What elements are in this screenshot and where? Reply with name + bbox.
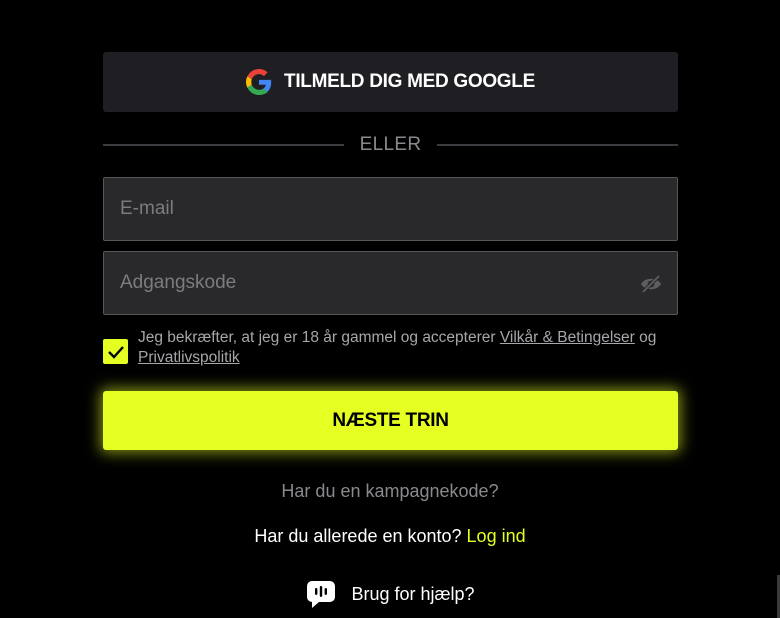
- divider-line-right: [437, 144, 679, 146]
- login-row: Har du allerede en konto? Log ind: [0, 526, 780, 547]
- google-signup-button[interactable]: TILMELD DIG MED GOOGLE: [103, 52, 678, 112]
- login-link[interactable]: Log ind: [467, 526, 526, 546]
- promo-code-link[interactable]: Har du en kampagnekode?: [0, 481, 780, 502]
- consent-checkbox[interactable]: [103, 339, 128, 364]
- checkmark-icon: [107, 345, 124, 359]
- or-divider: ELLER: [103, 132, 679, 158]
- password-field-wrapper: [103, 251, 678, 315]
- privacy-link[interactable]: Privatlivspolitik: [138, 349, 240, 366]
- consent-row: Jeg bekræfter, at jeg er 18 år gammel og…: [103, 328, 678, 368]
- terms-link[interactable]: Vilkår & Betingelser: [500, 329, 635, 346]
- divider-label: ELLER: [359, 134, 422, 155]
- next-step-button[interactable]: NÆSTE TRIN: [103, 391, 678, 450]
- eye-slash-icon[interactable]: [639, 273, 663, 295]
- google-icon: [246, 69, 272, 95]
- consent-text-middle: og: [634, 329, 657, 346]
- google-signup-label: TILMELD DIG MED GOOGLE: [284, 71, 535, 92]
- consent-text: Jeg bekræfter, at jeg er 18 år gammel og…: [138, 328, 678, 368]
- help-button[interactable]: Brug for hjælp?: [0, 578, 780, 610]
- divider-line-left: [103, 144, 344, 146]
- email-field-wrapper: [103, 177, 678, 241]
- consent-text-before: Jeg bekræfter, at jeg er 18 år gammel og…: [138, 329, 500, 346]
- email-field[interactable]: [104, 178, 677, 240]
- help-label: Brug for hjælp?: [351, 583, 475, 604]
- password-field[interactable]: [104, 252, 677, 314]
- chat-icon: [307, 581, 336, 608]
- login-prompt: Har du allerede en konto?: [254, 526, 467, 546]
